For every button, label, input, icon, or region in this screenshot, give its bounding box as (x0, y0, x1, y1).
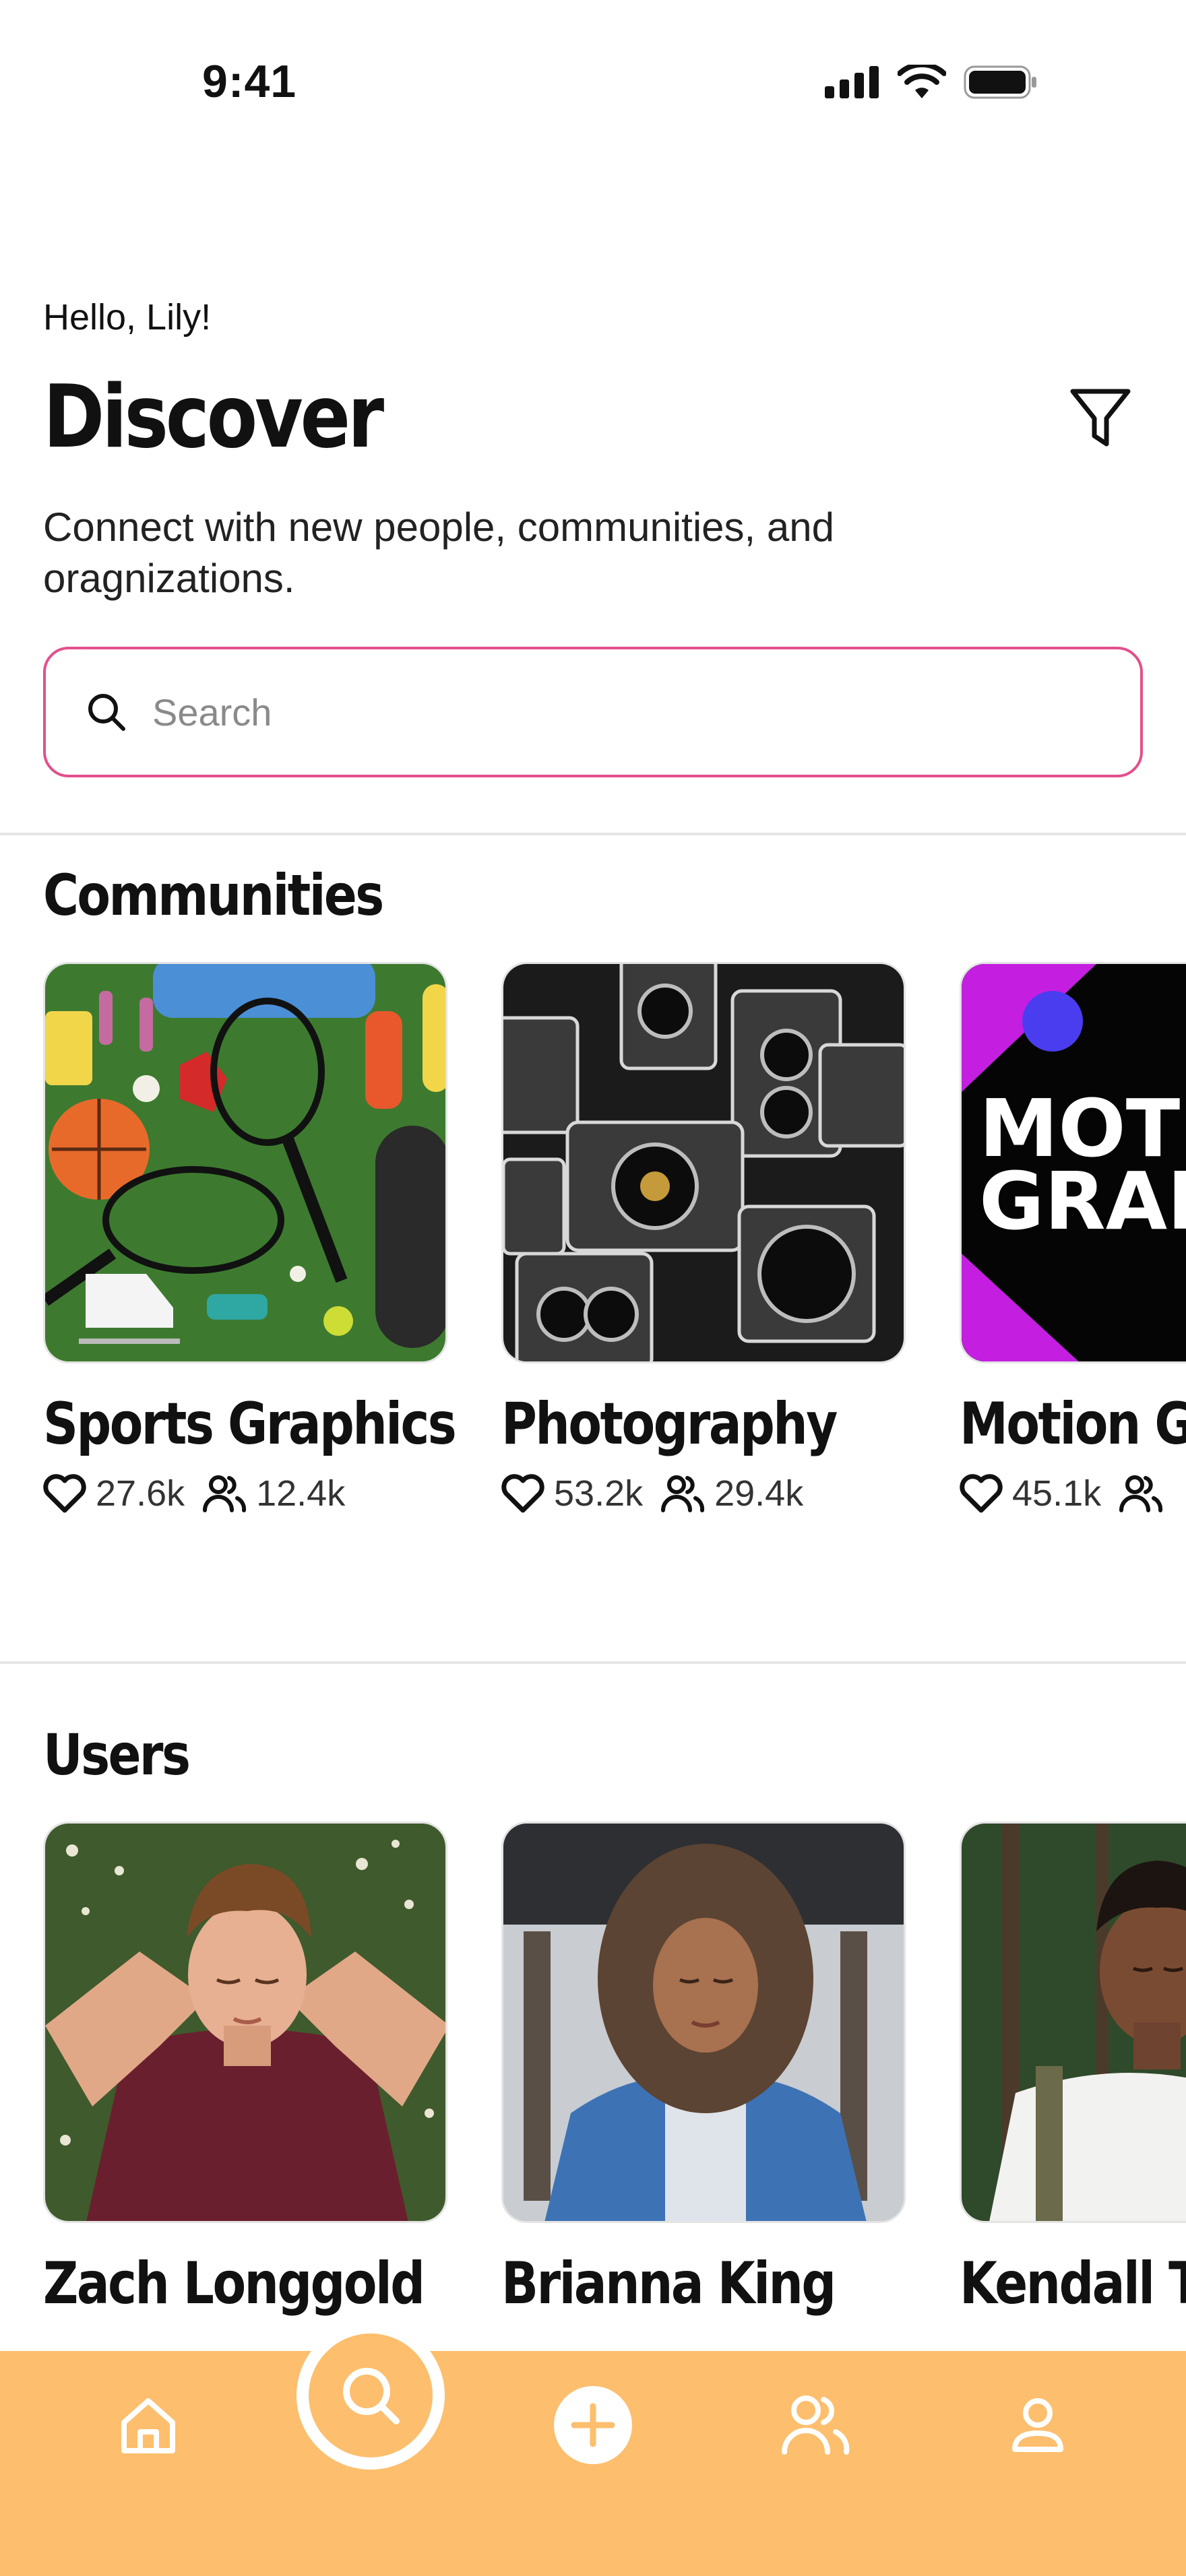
heart-icon (960, 1474, 1003, 1513)
cameras-image (503, 964, 904, 1361)
section-divider (0, 1661, 1186, 1664)
status-bar: 9:41 (0, 0, 1186, 168)
user-avatar-brianna (503, 1824, 904, 2221)
likes-count: 27.6k (96, 1473, 185, 1514)
cellular-signal-icon (825, 66, 879, 98)
greeting-text: Hello, Lily! (43, 297, 212, 337)
user-card[interactable]: Brianna King (501, 1822, 906, 2317)
heart-icon (43, 1474, 86, 1513)
wifi-icon (898, 65, 946, 98)
members-stat: 12.4k (202, 1473, 345, 1514)
community-stats: 53.2k 29.4k (501, 1473, 906, 1514)
tab-search[interactable] (296, 2321, 445, 2470)
tab-home[interactable] (108, 2385, 189, 2466)
filter-icon (1070, 389, 1131, 447)
plus-icon (554, 2386, 632, 2464)
community-stats: 27.6k 12.4k (43, 1473, 447, 1514)
page-subtitle: Connect with new people, communities, an… (43, 505, 834, 601)
members-icon (203, 1475, 247, 1512)
page-title: Discover (43, 367, 384, 468)
members-stat (1119, 1474, 1173, 1513)
community-name: Photography (501, 1390, 838, 1458)
tab-create[interactable] (553, 2385, 633, 2466)
status-icons (825, 65, 1038, 100)
profile-icon (1012, 2398, 1063, 2452)
user-name: Kendall Thomas (960, 2250, 1186, 2317)
community-stats: 45.1k (960, 1473, 1186, 1514)
community-image (43, 962, 447, 1363)
community-card[interactable]: MOTION GRAPHICS Motion Graphics 45.1k (960, 962, 1186, 1514)
community-image (501, 962, 906, 1363)
heart-icon (501, 1474, 544, 1513)
user-name: Zach Longgold (43, 2250, 425, 2317)
community-card[interactable]: Photography 53.2k 29.4k (501, 962, 906, 1514)
tab-profile[interactable] (997, 2385, 1078, 2466)
discover-screen: 9:41 Hello, Lily! Discover Connect with … (0, 0, 1186, 2576)
user-photo (501, 1822, 906, 2223)
likes-count: 53.2k (554, 1473, 644, 1514)
communities-carousel[interactable]: Sports Graphics 27.6k 12.4k Photography … (43, 962, 1186, 1568)
members-icon (1119, 1475, 1163, 1512)
user-photo (960, 1822, 1186, 2223)
community-image: MOTION GRAPHICS (960, 962, 1186, 1363)
community-name: Motion Graphics (960, 1390, 1186, 1458)
users-icon (782, 2395, 850, 2455)
search-input[interactable] (152, 690, 1028, 734)
user-name: Brianna King (501, 2250, 836, 2317)
users-heading: Users (43, 1722, 191, 1788)
members-icon (661, 1475, 705, 1512)
user-card[interactable]: Kendall Thomas (960, 1822, 1186, 2317)
section-divider (0, 833, 1186, 835)
filter-button[interactable] (1063, 384, 1137, 451)
users-carousel[interactable]: Zach Longgold Brianna King Kendall (43, 1822, 1186, 2428)
battery-icon (964, 65, 1036, 99)
search-icon (343, 2368, 400, 2424)
motion-graphics-image-text: MOTION GRAPHICS (979, 1082, 1186, 1248)
sports-equipment-image (45, 964, 445, 1361)
likes-count: 45.1k (1012, 1473, 1102, 1514)
likes-stat: 53.2k (501, 1473, 643, 1514)
communities-heading: Communities (43, 862, 384, 928)
members-count: 29.4k (714, 1473, 804, 1514)
tab-people[interactable] (775, 2385, 856, 2466)
user-avatar-kendall (962, 1824, 1186, 2221)
user-avatar-zach (45, 1824, 445, 2221)
likes-stat: 27.6k (43, 1473, 185, 1514)
members-stat: 29.4k (660, 1473, 803, 1514)
home-icon (121, 2398, 175, 2453)
community-name: Sports Graphics (43, 1390, 457, 1458)
user-card[interactable]: Zach Longgold (43, 1822, 447, 2317)
search-icon (88, 694, 125, 731)
search-field[interactable] (43, 647, 1143, 777)
community-card[interactable]: Sports Graphics 27.6k 12.4k (43, 962, 457, 1514)
status-time: 9:41 (202, 56, 297, 107)
user-photo (43, 1822, 447, 2223)
likes-stat: 45.1k (960, 1473, 1101, 1514)
members-count: 12.4k (256, 1473, 346, 1514)
